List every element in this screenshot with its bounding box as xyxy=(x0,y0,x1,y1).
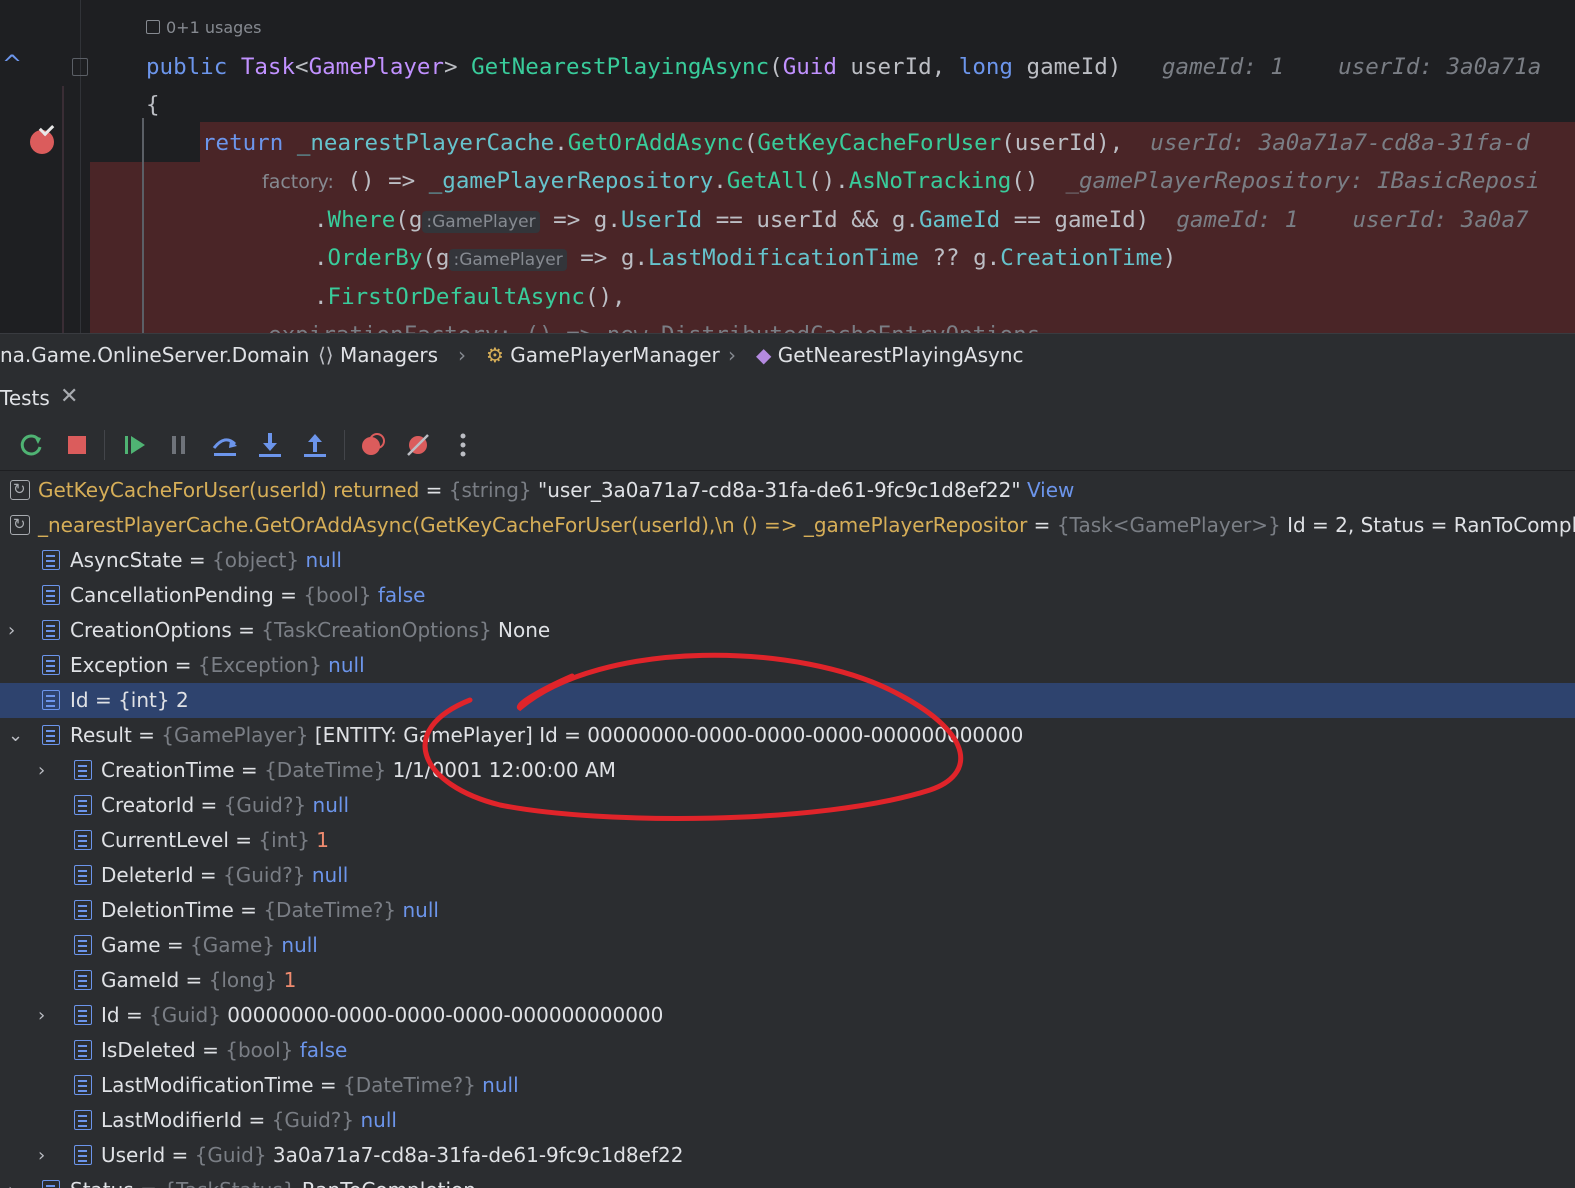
pause-icon[interactable] xyxy=(164,430,194,460)
field-icon xyxy=(74,935,92,955)
chevron-right-icon[interactable]: › xyxy=(38,753,45,788)
field-icon xyxy=(42,1180,60,1188)
field-icon xyxy=(74,1110,92,1130)
field-icon xyxy=(74,760,92,780)
field-icon xyxy=(42,620,60,640)
stop-icon[interactable] xyxy=(62,430,92,460)
step-into-icon[interactable] xyxy=(255,430,285,460)
tree-row-cancellationpending[interactable]: CancellationPending = {bool} false xyxy=(0,578,1575,613)
breadcrumb: na.Game.OnlineServer.Domain ⟨⟩ Managers … xyxy=(0,333,1575,378)
tree-row-lastmodificationtime[interactable]: LastModificationTime = {DateTime?} null xyxy=(0,1068,1575,1103)
code-editor[interactable]: ^ 0+1 usages public Task<GamePlayer> Get… xyxy=(0,0,1575,333)
tree-row-result[interactable]: ⌄ Result = {GamePlayer} [ENTITY: GamePla… xyxy=(0,718,1575,753)
chevron-right-icon[interactable]: › xyxy=(38,1138,45,1173)
gutter-divider xyxy=(80,0,81,333)
chevron-right-icon[interactable]: › xyxy=(8,1173,15,1188)
tree-row-id-selected[interactable]: Id = {int} 2 xyxy=(0,683,1575,718)
rerun-icon[interactable] xyxy=(16,430,46,460)
tree-row-exception[interactable]: Exception = {Exception} null xyxy=(0,648,1575,683)
tree-row-creationoptions[interactable]: › CreationOptions = {TaskCreationOptions… xyxy=(0,613,1575,648)
code-line-brace: { xyxy=(146,92,160,118)
field-icon xyxy=(74,1005,92,1025)
chevron-right-icon[interactable]: › xyxy=(8,613,15,648)
tree-row-return-value[interactable]: GetKeyCacheForUser(userId) returned = {s… xyxy=(0,472,1575,508)
code-line-signature: public Task<GamePlayer> GetNearestPlayin… xyxy=(146,54,1542,80)
code-line-partial: expirationFactory: () => new Distributed… xyxy=(214,320,1040,333)
field-icon xyxy=(74,830,92,850)
variables-tree[interactable]: GetKeyCacheForUser(userId) returned = {s… xyxy=(0,471,1575,1188)
field-icon xyxy=(42,690,60,710)
tree-row-creatorid[interactable]: CreatorId = {Guid?} null xyxy=(0,788,1575,823)
breadcrumb-separator: › xyxy=(458,343,466,367)
code-line-where: .Where(g:GamePlayer => g.UserId == userI… xyxy=(314,207,1529,233)
gutter-line xyxy=(62,86,64,333)
code-line-return: return _nearestPlayerCache.GetOrAddAsync… xyxy=(202,130,1530,156)
breadcrumb-namespace[interactable]: na.Game.OnlineServer.Domain xyxy=(0,343,309,367)
field-icon xyxy=(74,1145,92,1165)
chevron-down-icon[interactable]: ⌄ xyxy=(8,718,23,753)
tree-row-userid[interactable]: › UserId = {Guid} 3a0a71a7-cd8a-31fa-de6… xyxy=(0,1138,1575,1173)
breadcrumb-separator: › xyxy=(728,343,736,367)
field-icon xyxy=(42,655,60,675)
more-icon[interactable] xyxy=(448,430,478,460)
close-icon[interactable]: ✕ xyxy=(60,384,78,409)
field-icon xyxy=(74,1075,92,1095)
class-icon: ⚙ xyxy=(486,343,504,367)
tree-row-asyncstate[interactable]: AsyncState = {object} null xyxy=(0,543,1575,578)
field-icon xyxy=(74,1040,92,1060)
step-over-icon[interactable] xyxy=(210,430,240,460)
tree-row-lastmodifierid[interactable]: LastModifierId = {Guid?} null xyxy=(0,1103,1575,1138)
breadcrumb-method[interactable]: ◆ GetNearestPlayingAsync xyxy=(756,343,1024,367)
fold-icon[interactable] xyxy=(72,58,88,76)
toolbar-separator xyxy=(104,430,105,460)
toolbar-separator xyxy=(344,430,345,460)
bookmark-icon[interactable]: ^ xyxy=(2,50,22,78)
tree-row-deletiontime[interactable]: DeletionTime = {DateTime?} null xyxy=(0,893,1575,928)
return-value-icon xyxy=(10,472,30,507)
field-icon xyxy=(74,865,92,885)
tree-row-gameid[interactable]: GameId = {long} 1 xyxy=(0,963,1575,998)
step-out-icon[interactable] xyxy=(300,430,330,460)
tree-row-deleterid[interactable]: DeleterId = {Guid?} null xyxy=(0,858,1575,893)
indent-guide xyxy=(142,118,144,333)
code-line-factory: factory: () => _gamePlayerRepository.Get… xyxy=(262,168,1540,194)
breadcrumb-managers[interactable]: ⟨⟩ Managers xyxy=(318,343,438,367)
breadcrumb-class[interactable]: ⚙ GamePlayerManager xyxy=(486,343,720,367)
tree-row-isdeleted[interactable]: IsDeleted = {bool} false xyxy=(0,1033,1575,1068)
field-icon xyxy=(74,970,92,990)
tree-row-currentlevel[interactable]: CurrentLevel = {int} 1 xyxy=(0,823,1575,858)
tab-tests[interactable]: Tests xyxy=(0,386,50,410)
tree-row-game[interactable]: Game = {Game} null xyxy=(0,928,1575,963)
view-breakpoints-icon[interactable] xyxy=(358,430,388,460)
chevron-right-icon[interactable]: › xyxy=(38,998,45,1033)
tree-row-creationtime[interactable]: › CreationTime = {DateTime} 1/1/0001 12:… xyxy=(0,753,1575,788)
return-value-icon xyxy=(10,507,30,542)
field-icon xyxy=(42,725,60,745)
tree-row-status[interactable]: › Status = {TaskStatus} RanToCompletion xyxy=(0,1173,1575,1188)
usages-hint[interactable]: 0+1 usages xyxy=(146,18,261,37)
field-icon xyxy=(42,550,60,570)
view-link[interactable]: View xyxy=(1027,478,1074,502)
method-icon: ◆ xyxy=(756,343,772,367)
debug-toolbar xyxy=(0,420,1575,471)
field-icon xyxy=(74,795,92,815)
resume-icon[interactable] xyxy=(120,430,150,460)
field-icon xyxy=(74,900,92,920)
tree-row-guid-id[interactable]: › Id = {Guid} 00000000-0000-0000-0000-00… xyxy=(0,998,1575,1033)
tree-row-task-result[interactable]: _nearestPlayerCache.GetOrAddAsync(GetKey… xyxy=(0,507,1575,543)
code-line-first: .FirstOrDefaultAsync(), xyxy=(314,284,626,310)
debug-tab-bar: Tests ✕ xyxy=(0,376,1575,421)
mute-breakpoints-icon[interactable] xyxy=(403,430,433,460)
namespace-icon: ⟨⟩ xyxy=(318,343,334,367)
field-icon xyxy=(42,585,60,605)
code-line-orderby: .OrderBy(g:GamePlayer => g.LastModificat… xyxy=(314,245,1177,271)
usages-icon xyxy=(146,20,160,34)
